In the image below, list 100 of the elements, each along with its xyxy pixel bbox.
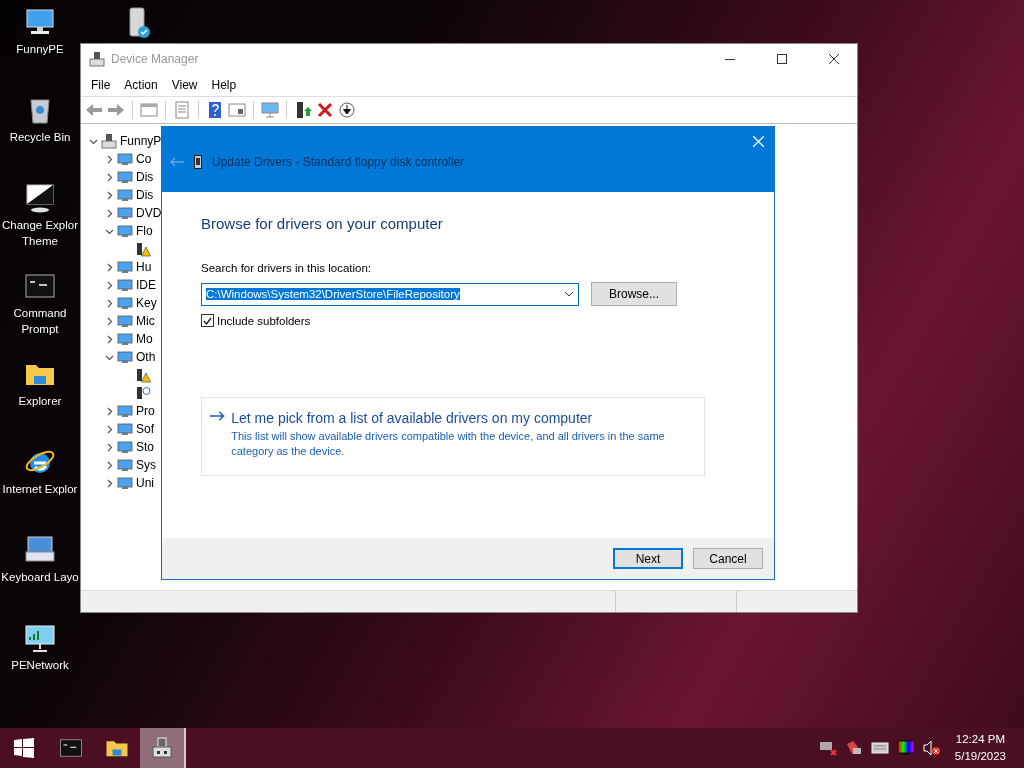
device-icon: [117, 187, 133, 203]
dropdown-chevron-icon: [564, 291, 574, 297]
device-icon: [117, 259, 133, 275]
dialog-button[interactable]: Next: [613, 548, 683, 569]
monitor-icon: [24, 182, 56, 214]
tree-item[interactable]: Oth: [136, 350, 156, 364]
device-tool-icon[interactable]: [844, 740, 863, 756]
device-icon: [117, 277, 133, 293]
checkbox[interactable]: [201, 314, 214, 327]
tree-item[interactable]: Key: [136, 296, 157, 310]
tree-item[interactable]: Mic: [136, 314, 155, 328]
option-title: Let me pick from a list of available drivers on my computer: [231, 410, 594, 426]
option-description: This list will show available drivers compatible with the device, and all drivers in the same category as the device.: [231, 429, 666, 459]
expand-chevron-icon[interactable]: [105, 316, 114, 326]
window-icon[interactable]: [228, 101, 246, 119]
tree-item[interactable]: Co: [136, 152, 152, 166]
computer-icon: [101, 133, 117, 149]
expand-chevron-icon[interactable]: [105, 334, 114, 344]
tree-item[interactable]: Dis: [136, 188, 154, 202]
dialog-title: Update Drivers - Standard floppy disk controller: [212, 155, 465, 169]
device-icon: [117, 475, 133, 491]
maximize-icon: [777, 54, 787, 64]
location-combo-box[interactable]: C:\Windows\System32\DriverStore\FileRepository: [201, 282, 579, 306]
clock-date: 5/19/2023: [954, 749, 1006, 764]
tree-item[interactable]: Flo: [136, 224, 153, 238]
device-icon: [117, 439, 133, 455]
device-icon: [117, 403, 133, 419]
browse-button[interactable]: Browse...: [591, 282, 677, 306]
desktop-icon-label[interactable]: Change Explor Theme: [1, 217, 79, 249]
minimize-icon: [725, 58, 735, 60]
desktop-icon-label[interactable]: Explorer: [18, 393, 62, 409]
tree-item[interactable]: Hu: [136, 260, 152, 274]
expand-chevron-icon[interactable]: [105, 406, 114, 416]
device-icon: [117, 169, 133, 185]
pick-driver-option[interactable]: Let me pick from a list of available drivers on my computer This list will show available drivers compatible with the device, and all drivers in the same category as the device.: [201, 397, 705, 476]
clock-time: 12:24 PM: [955, 732, 1006, 747]
desktop-icon-label[interactable]: FunnyPE: [16, 41, 64, 57]
tree-item[interactable]: IDE: [136, 278, 156, 292]
desktop-icon-label[interactable]: Recycle Bin: [9, 129, 71, 145]
network-disconnected-icon[interactable]: [818, 740, 837, 756]
expand-chevron-icon[interactable]: [105, 424, 114, 434]
dialog-button[interactable]: Cancel: [693, 548, 763, 569]
tree-item[interactable]: Sys: [136, 458, 156, 472]
expand-chevron-icon[interactable]: [105, 280, 114, 290]
tree-item[interactable]: Mo: [136, 332, 153, 346]
taskbar-app-button[interactable]: [140, 728, 186, 768]
expand-chevron-icon[interactable]: [105, 460, 114, 470]
close-icon: [829, 54, 839, 64]
forward-icon[interactable]: [107, 101, 125, 119]
device-icon: [117, 331, 133, 347]
windows-logo-icon: [14, 738, 34, 758]
tree-item[interactable]: Dis: [136, 170, 154, 184]
download-icon[interactable]: [338, 101, 356, 119]
back-icon[interactable]: [85, 101, 103, 119]
device-icon: [117, 223, 133, 239]
device-icon: [117, 457, 133, 473]
device-icon: [117, 349, 133, 365]
menu-item[interactable]: Help: [205, 76, 243, 94]
device-icon: [117, 151, 133, 167]
help-icon[interactable]: [206, 101, 224, 119]
color-display-icon[interactable]: [896, 740, 915, 756]
menu-item[interactable]: File: [85, 76, 117, 94]
window-title: Device Manager: [111, 52, 200, 66]
desktop-icon-label[interactable]: PENetwork: [11, 657, 69, 673]
update-driver-icon[interactable]: [294, 101, 312, 119]
device-icon: [117, 421, 133, 437]
device-icon: [117, 205, 133, 221]
page-heading: Browse for drivers on your computer: [201, 215, 444, 232]
menu-item[interactable]: View: [165, 76, 204, 94]
expand-chevron-icon[interactable]: [105, 208, 114, 218]
right-arrow-icon: [210, 410, 226, 422]
checkbox-label: Include subfolders: [217, 314, 311, 327]
network-icon: [24, 622, 56, 654]
device-manager-icon: [150, 736, 174, 760]
tree-item[interactable]: Pro: [136, 404, 155, 418]
clock[interactable]: 12:24 PM 5/19/2023: [954, 731, 1006, 765]
speaker-muted-icon[interactable]: [922, 740, 941, 756]
tree-item[interactable]: Sto: [136, 440, 154, 454]
expand-chevron-icon[interactable]: [105, 190, 114, 200]
desktop-icon-label[interactable]: Internet Explor: [2, 481, 78, 497]
desktop-icon-label[interactable]: Keyboard Layo: [1, 569, 79, 585]
tree-item[interactable]: DVD: [136, 206, 162, 220]
desktop-icon-label[interactable]: Command Prompt: [1, 305, 79, 337]
expand-chevron-icon[interactable]: [105, 172, 114, 182]
expand-chevron-icon[interactable]: [105, 442, 114, 452]
device-icon: [117, 313, 133, 329]
tree-item[interactable]: Sof: [136, 422, 154, 436]
expand-chevron-icon[interactable]: [105, 478, 114, 488]
device-icon: [194, 155, 202, 169]
expand-chevron-icon[interactable]: [105, 262, 114, 272]
menu-item[interactable]: Action: [118, 76, 164, 94]
expand-chevron-icon[interactable]: [105, 298, 114, 308]
delete-icon[interactable]: [316, 101, 334, 119]
monitor-icon[interactable]: [261, 101, 279, 119]
field-label: Search for drivers in this location:: [201, 262, 373, 274]
tree-item[interactable]: FunnyP: [120, 134, 162, 148]
tree-item[interactable]: Uni: [136, 476, 154, 490]
keyboard-icon[interactable]: [870, 742, 889, 754]
device-icon: [117, 295, 133, 311]
expand-chevron-icon[interactable]: [105, 154, 114, 164]
